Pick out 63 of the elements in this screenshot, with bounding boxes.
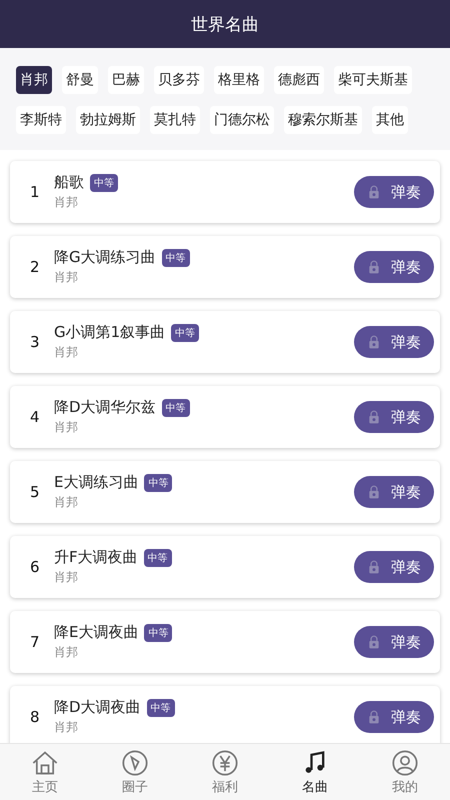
difficulty-tag: 中等	[144, 548, 172, 566]
song-number: 2	[30, 258, 41, 276]
compass-icon	[121, 748, 149, 776]
composer-tab[interactable]: 柴可夫斯基	[334, 66, 412, 94]
composer-tab[interactable]: 格里格	[214, 66, 264, 94]
song-title: E大调练习曲	[54, 473, 138, 492]
nav-tab[interactable]: 福利	[205, 748, 245, 796]
difficulty-tag: 中等	[144, 474, 172, 492]
song-title: G小调第1叙事曲	[54, 323, 166, 342]
composer-tab[interactable]: 门德尔松	[210, 106, 274, 134]
nav-tab[interactable]: 圈子	[115, 748, 155, 796]
song-title: 降D大调夜曲	[54, 698, 141, 717]
song-number: 4	[30, 408, 41, 426]
difficulty-tag: 中等	[162, 398, 190, 416]
song-number: 7	[30, 633, 41, 651]
nav-tab[interactable]: 主页	[25, 748, 65, 796]
home-icon	[31, 748, 59, 776]
composer-name: 肖邦	[54, 269, 79, 286]
song-number: 5	[30, 483, 41, 501]
composer-tab[interactable]: 勃拉姆斯	[76, 106, 140, 134]
person-icon	[391, 748, 419, 776]
composer-tab[interactable]: 贝多芬	[154, 66, 204, 94]
difficulty-tag: 中等	[171, 324, 200, 342]
difficulty-tag: 中等	[144, 624, 172, 642]
difficulty-tag: 中等	[90, 174, 118, 192]
composer-name: 肖邦	[54, 719, 79, 736]
composer-tab[interactable]: 穆索尔斯基	[284, 106, 362, 134]
composer-tab[interactable]: 其他	[372, 106, 408, 134]
composer-name: 肖邦	[54, 569, 79, 586]
play-button[interactable]: 弹奏	[354, 326, 434, 358]
yen-icon	[211, 748, 239, 776]
song-title: 降G大调练习曲	[54, 248, 156, 267]
composer-name: 肖邦	[54, 494, 79, 511]
composer-tab[interactable]: 李斯特	[16, 106, 66, 134]
difficulty-tag: 中等	[146, 698, 175, 716]
nav-tab[interactable]: 名曲	[295, 748, 335, 796]
play-button[interactable]: 弹奏	[354, 551, 434, 583]
composer-tab[interactable]: 莫扎特	[150, 106, 200, 134]
song-number: 8	[30, 708, 41, 726]
song-title: 降D大调华尔兹	[54, 398, 156, 417]
song-title: 降E大调夜曲	[54, 623, 138, 642]
play-button[interactable]: 弹奏	[354, 251, 434, 283]
song-number: 3	[30, 333, 41, 351]
play-button[interactable]: 弹奏	[354, 701, 434, 733]
nav-tab[interactable]: 我的	[385, 748, 425, 796]
composer-name: 肖邦	[54, 419, 79, 436]
song-title: 船歌	[54, 173, 84, 192]
composer-tab[interactable]: 巴赫	[108, 66, 144, 94]
composer-tab[interactable]: 肖邦	[16, 66, 52, 94]
song-number: 1	[30, 183, 41, 201]
song-title: 升F大调夜曲	[54, 548, 138, 567]
composer-tab[interactable]: 德彪西	[274, 66, 324, 94]
play-button[interactable]: 弹奏	[354, 476, 434, 508]
composer-name: 肖邦	[54, 644, 79, 661]
composer-name: 肖邦	[54, 194, 79, 211]
play-button[interactable]: 弹奏	[354, 176, 434, 208]
difficulty-tag: 中等	[162, 248, 190, 266]
composer-name: 肖邦	[54, 344, 79, 361]
composer-tab[interactable]: 舒曼	[62, 66, 98, 94]
play-button[interactable]: 弹奏	[354, 626, 434, 658]
page-title: 世界名曲	[191, 14, 259, 36]
play-button[interactable]: 弹奏	[354, 401, 434, 433]
song-number: 6	[30, 558, 41, 576]
